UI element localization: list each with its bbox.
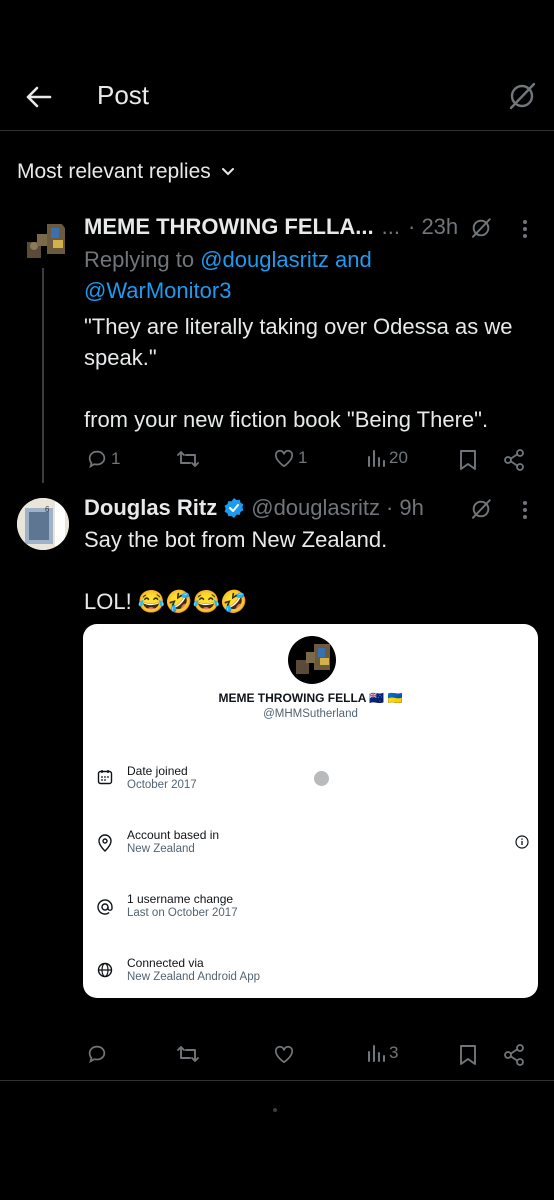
mention-link[interactable]: @WarMonitor3 [84,278,231,303]
views-button[interactable]: 3 [366,1043,398,1063]
page-title: Post [97,80,150,110]
reply2-header: Douglas Ritz @douglasritz · 9h [84,495,424,521]
view-count: 20 [389,448,408,467]
reply1-header: MEME THROWING FELLA... ... · 23h [84,214,458,240]
like-button[interactable]: 1 [273,448,307,468]
avatar[interactable]: 6 [17,498,69,550]
replies-sort-dropdown[interactable]: Most relevant replies [17,160,235,184]
card-avatar [288,636,336,684]
author-name[interactable]: Douglas Ritz [84,495,217,521]
info-icon[interactable] [515,835,529,849]
replying-prefix: Replying to [84,247,195,272]
svg-text:6: 6 [45,505,50,514]
row-label: Account based in [127,828,220,842]
replying-to: Replying to @douglasritz and @WarMonitor… [84,244,372,306]
more-options-icon[interactable] [522,219,528,239]
row-label: Connected via [127,956,204,970]
views-button[interactable]: 20 [366,448,408,468]
cursor-indicator [314,771,329,786]
post-time[interactable]: · 9h [386,495,424,521]
more-options-icon[interactable] [522,500,528,520]
globe-icon [97,962,113,978]
loading-dot [273,1108,277,1112]
verified-badge-icon [223,497,245,519]
calendar-icon [97,769,113,785]
grok-icon[interactable] [506,80,538,112]
row-label: 1 username change [127,892,234,906]
overflow-dots: ... [381,214,400,239]
post-text: Say the bot from New Zealand. LOL! 😂🤣😂🤣 [84,527,388,614]
sort-label: Most relevant replies [17,160,211,183]
grok-icon[interactable] [470,217,492,239]
thread-line [42,268,44,483]
row-value: New Zealand [127,843,195,855]
reply-count: 1 [111,449,121,468]
location-pin-icon [97,834,113,852]
author-name[interactable]: MEME THROWING FELLA... [84,214,374,240]
row-label: Date joined [127,764,188,778]
grok-icon[interactable] [470,498,492,520]
divider [0,1080,554,1081]
post-text: "They are literally taking over Odessa a… [84,314,513,432]
reply-button[interactable] [86,1043,108,1065]
row-value: New Zealand Android App [127,971,260,983]
share-icon[interactable] [503,449,525,471]
like-count: 1 [298,448,308,467]
avatar[interactable] [17,216,69,268]
card-name: MEME THROWING FELLA 🇳🇿 🇺🇦 [218,691,403,705]
back-arrow-icon[interactable] [22,82,54,112]
chevron-down-icon [221,167,235,177]
repost-button[interactable] [176,448,200,470]
bookmark-icon[interactable] [459,449,477,471]
author-handle[interactable]: @douglasritz [251,495,380,521]
row-value: October 2017 [127,779,197,791]
card-handle: @MHMSutherland [263,708,358,720]
row-value: Last on October 2017 [127,907,238,919]
bookmark-icon[interactable] [459,1044,477,1066]
at-sign-icon [97,899,113,915]
post-time[interactable]: · 23h [408,214,458,240]
repost-button[interactable] [176,1043,200,1065]
top-bar: Post [0,60,554,131]
like-button[interactable] [273,1044,295,1064]
reply-button[interactable]: 1 [86,448,120,470]
mention-link[interactable]: @douglasritz and [200,247,372,272]
attached-image[interactable]: MEME THROWING FELLA 🇳🇿 🇺🇦 @MHMSutherland… [83,624,538,998]
share-icon[interactable] [503,1044,525,1066]
view-count: 3 [389,1043,399,1062]
